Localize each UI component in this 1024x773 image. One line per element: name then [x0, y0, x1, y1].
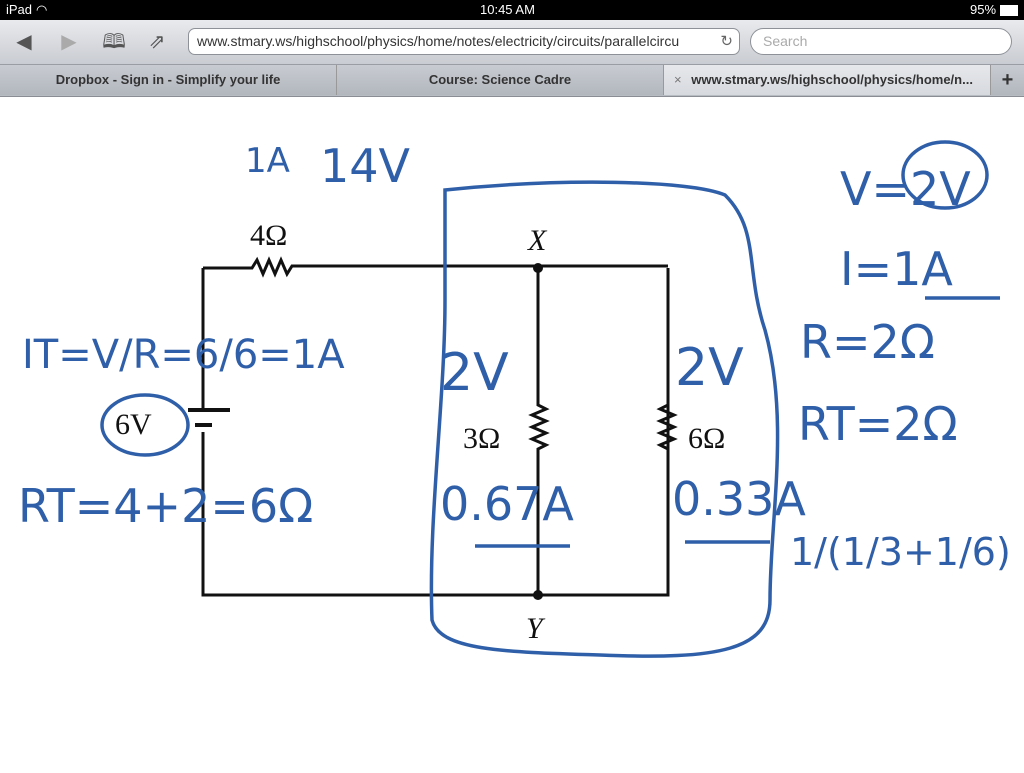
url-text: www.stmary.ws/highschool/physics/home/no…	[197, 33, 680, 49]
node-x	[533, 263, 543, 273]
hw-i-middle: 0.67A	[440, 477, 574, 531]
clock: 10:45 AM	[480, 2, 535, 17]
hw-formula: 1/(1/3+1/6)	[790, 530, 1011, 574]
node-x-label: X	[527, 224, 548, 257]
close-tab-icon[interactable]: ×	[674, 72, 682, 87]
search-input[interactable]: Search	[750, 28, 1012, 55]
node-y-label: Y	[526, 612, 546, 645]
hw-v-middle: 2V	[440, 343, 509, 403]
reload-icon[interactable]: ↻	[720, 29, 733, 54]
wifi-icon: ◠	[36, 2, 48, 17]
hw-total-current: IT=V/R=6/6=1A	[22, 332, 345, 378]
resistor-4-label: 4Ω	[250, 219, 287, 252]
tab-stmary[interactable]: × www.stmary.ws/highschool/physics/home/…	[664, 65, 991, 95]
circuit-diagram: 4Ω X Y 3Ω 6Ω 6V 1A 14V V=2V I=1A R=2Ω RT…	[18, 139, 1011, 658]
forward-arrow-icon[interactable]: ▶	[55, 28, 83, 56]
hw-v-right: 2V	[675, 338, 744, 398]
address-bar[interactable]: www.stmary.ws/highschool/physics/home/no…	[188, 28, 740, 55]
hw-resistance: R=2Ω	[800, 315, 935, 369]
status-bar: iPad ◠ 10:45 AM 95%	[0, 0, 1024, 20]
book-icon[interactable]: 🕮	[100, 28, 128, 56]
share-icon[interactable]: ⇗	[143, 28, 171, 56]
tab-label: Course: Science Cadre	[428, 72, 572, 87]
node-y	[533, 590, 543, 600]
hw-rt-left: RT=4+2=6Ω	[18, 479, 313, 533]
tab-bar: Dropbox - Sign in - Simplify your life C…	[0, 65, 1024, 97]
hw-i-right: 0.33A	[672, 472, 806, 526]
tab-dropbox[interactable]: Dropbox - Sign in - Simplify your life	[0, 65, 337, 95]
resistor-6-label: 6Ω	[688, 422, 725, 455]
hw-rt-right: RT=2Ω	[798, 397, 958, 451]
battery-level: 95%	[970, 2, 997, 17]
device-label: iPad	[6, 2, 33, 17]
page-content: 4Ω X Y 3Ω 6Ω 6V 1A 14V V=2V I=1A R=2Ω RT…	[0, 96, 1024, 768]
tab-science-cadre[interactable]: Course: Science Cadre	[337, 65, 664, 95]
back-arrow-icon[interactable]: ◀	[10, 28, 38, 56]
battery-label: 6V	[115, 408, 152, 441]
new-tab-button[interactable]: +	[991, 65, 1024, 95]
hw-top-note1: 1A	[245, 141, 290, 181]
hw-voltage: V=2V	[840, 162, 971, 216]
browser-toolbar: ◀ ▶ 🕮 ⇗ www.stmary.ws/highschool/physics…	[0, 20, 1024, 65]
battery-icon	[1000, 5, 1018, 16]
tab-label: www.stmary.ws/highschool/physics/home/n.…	[691, 72, 973, 87]
tab-label: Dropbox - Sign in - Simplify your life	[55, 72, 281, 87]
hw-top-note2: 14V	[320, 139, 411, 193]
hw-current: I=1A	[840, 242, 953, 296]
resistor-3-label: 3Ω	[463, 422, 500, 455]
